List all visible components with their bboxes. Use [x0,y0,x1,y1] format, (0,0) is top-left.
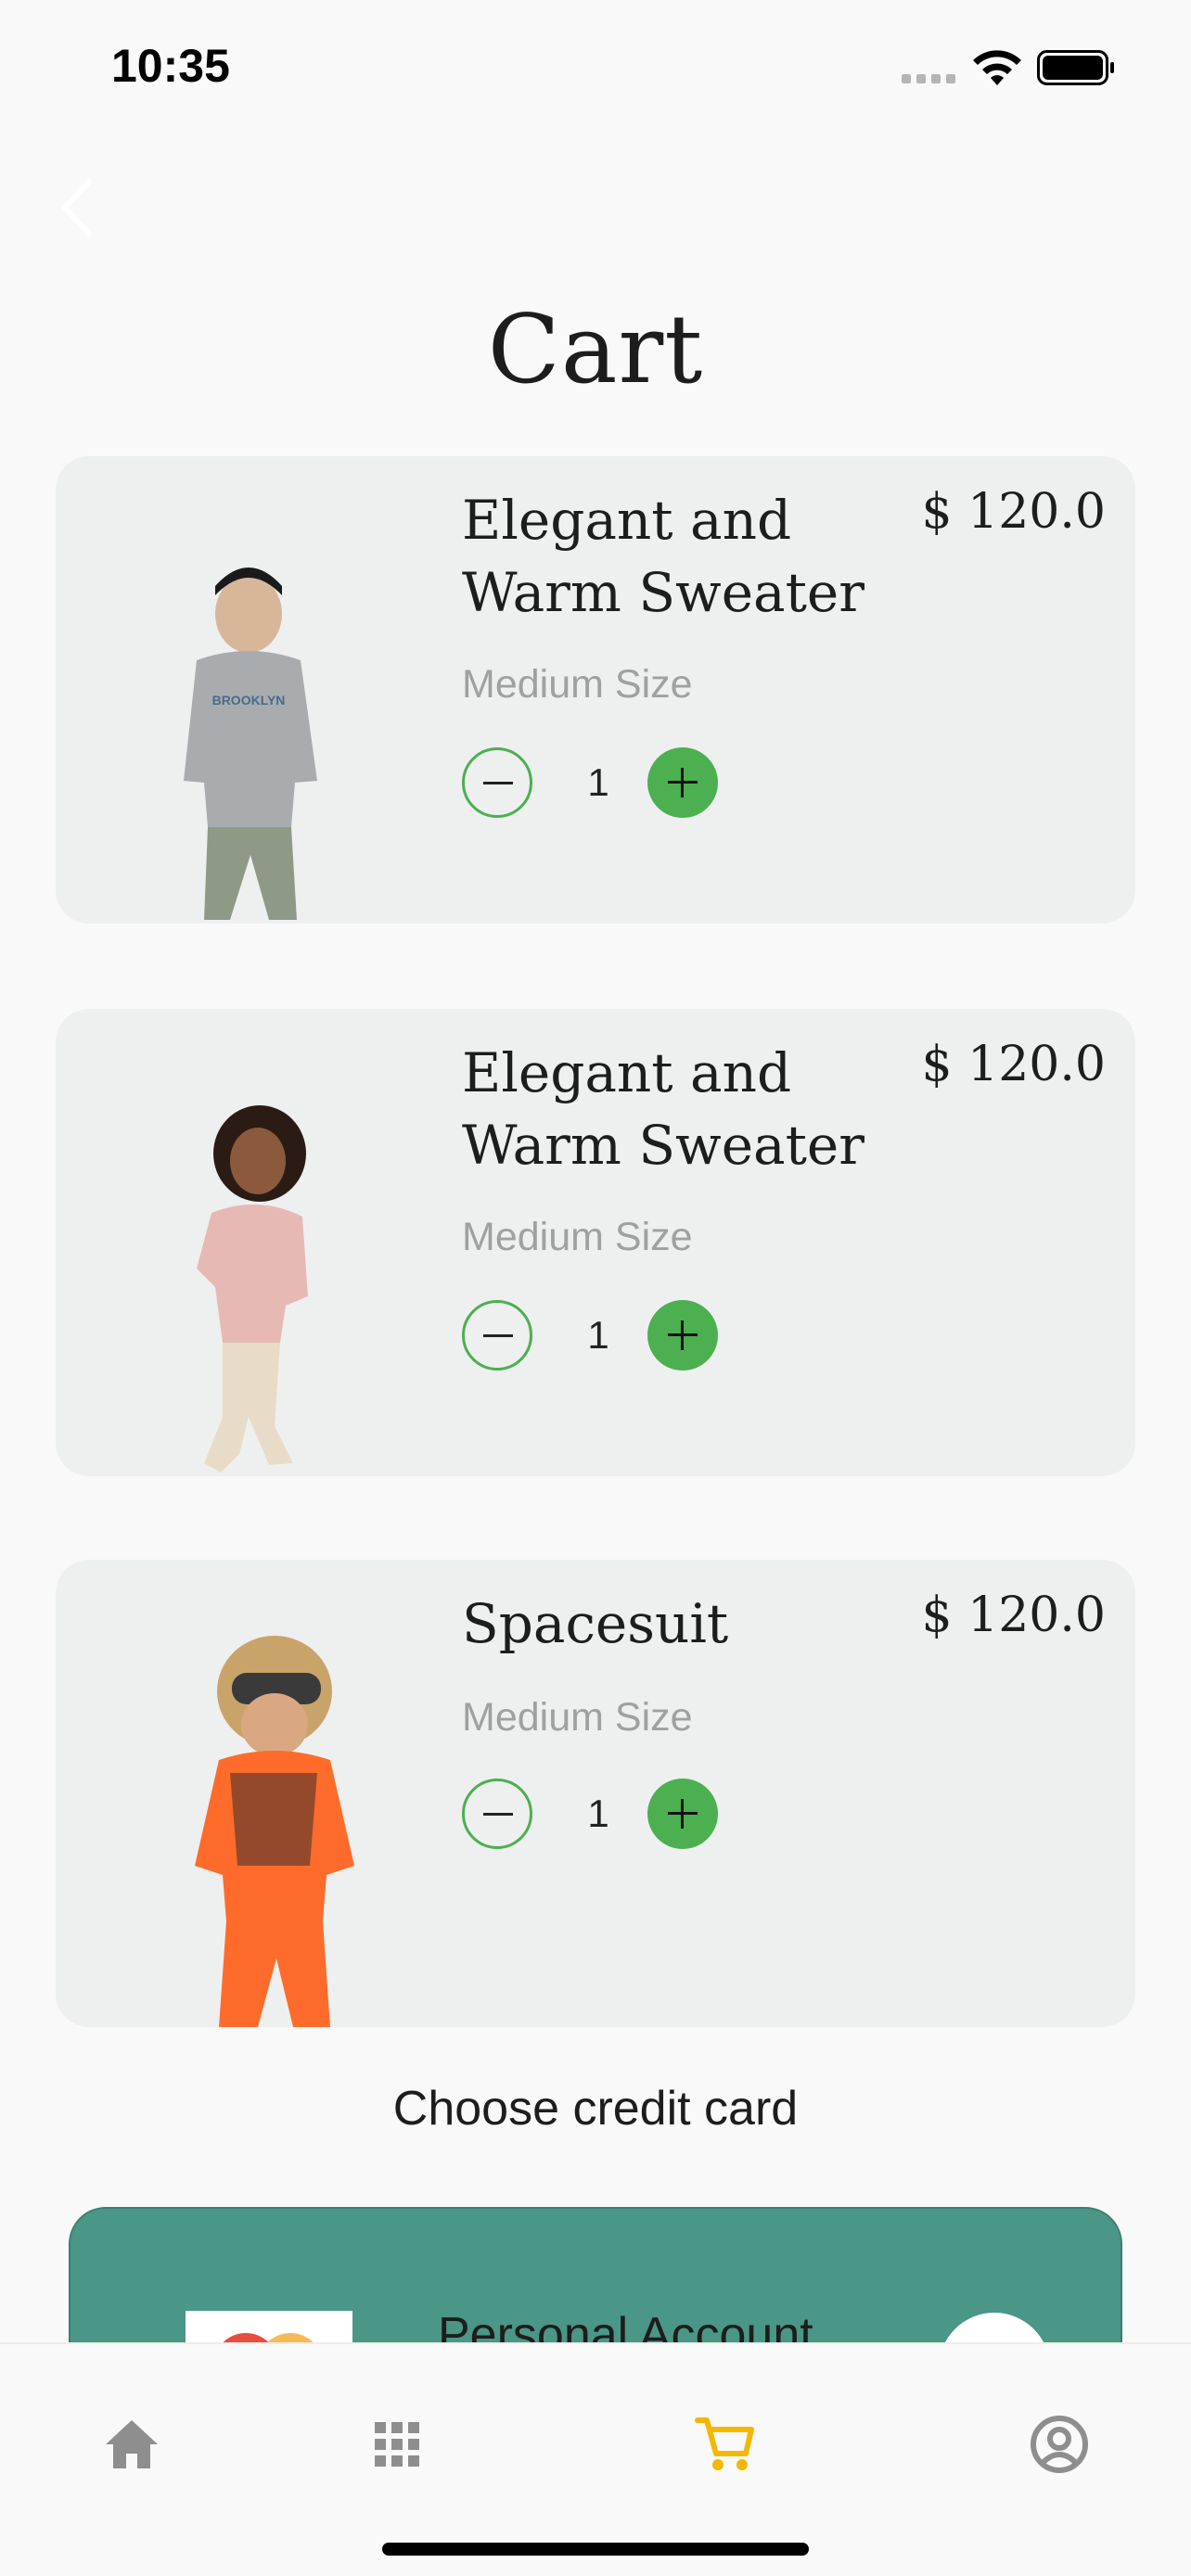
decrease-quantity-button[interactable] [462,1300,532,1371]
grid-icon[interactable] [364,2411,430,2478]
product-title: Elegant and Warm Sweater [462,489,864,624]
battery-icon [1037,50,1114,85]
quantity-value: 1 [587,1313,609,1357]
cart-item-card[interactable]: Elegant and Warm Sweater $ 120.0 Medium … [56,1009,1135,1476]
product-size: Medium Size [462,1695,693,1740]
back-chevron-icon[interactable] [52,172,104,243]
product-price: $ 120.0 [921,1588,1106,1643]
page-title: Cart [487,295,704,405]
status-bar: 10:35 [0,0,1191,130]
product-size: Medium Size [462,662,693,707]
decrease-quantity-button[interactable] [462,1779,532,1849]
cart-item-card[interactable]: Spacesuit $ 120.0 Medium Size 1 [56,1560,1135,2027]
increase-quantity-button[interactable] [647,1779,718,1849]
home-indicator[interactable] [382,2543,809,2556]
decrease-quantity-button[interactable] [462,747,532,818]
quantity-value: 1 [587,760,609,804]
increase-quantity-button[interactable] [647,747,718,818]
cellular-signal-icon [902,74,957,83]
cart-item-card[interactable]: BROOKLYN Elegant and Warm Sweater $ 120.… [56,456,1135,924]
product-image [195,1636,354,2027]
product-image: BROOKLYN [184,567,317,920]
increase-quantity-button[interactable] [647,1300,718,1371]
profile-icon[interactable] [1026,2411,1093,2478]
cart-icon[interactable] [692,2411,759,2478]
product-title: Spacesuit [462,1592,729,1655]
status-time: 10:35 [111,40,230,92]
wifi-icon [973,50,1021,85]
product-image [197,1105,308,1473]
home-icon[interactable] [98,2411,165,2478]
quantity-value: 1 [587,1792,609,1835]
product-price: $ 120.0 [921,484,1106,540]
product-price: $ 120.0 [921,1037,1106,1092]
choose-credit-card-label: Choose credit card [392,2082,799,2136]
svg-text:BROOKLYN: BROOKLYN [212,693,286,708]
product-title: Elegant and Warm Sweater [462,1041,864,1177]
bottom-nav [0,2342,1191,2576]
product-size: Medium Size [462,1215,693,1259]
